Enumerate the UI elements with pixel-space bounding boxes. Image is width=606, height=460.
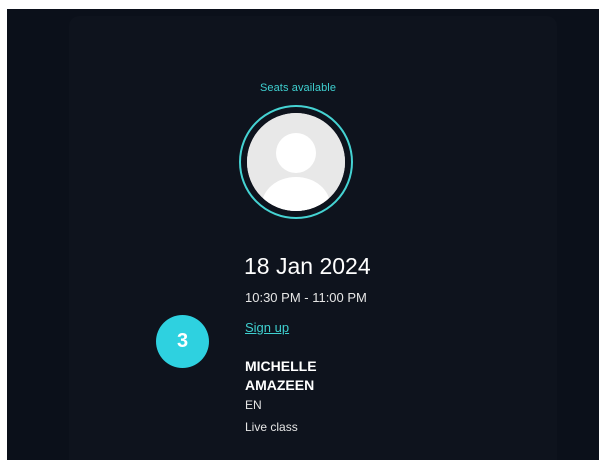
class-date: 18 Jan 2024 xyxy=(244,253,371,279)
instructor-name: MICHELLE AMAZEEN xyxy=(245,358,317,393)
user-placeholder-icon xyxy=(247,113,345,211)
sign-up-link[interactable]: Sign up xyxy=(245,320,289,335)
step-badge: 3 xyxy=(156,315,209,368)
instructor-avatar xyxy=(247,113,345,211)
app-screen: Seats available 18 Jan 2024 10:30 PM - 1… xyxy=(7,9,599,460)
class-type: Live class xyxy=(245,420,298,434)
class-time: 10:30 PM - 11:00 PM xyxy=(245,290,367,305)
seats-available-label: Seats available xyxy=(259,82,337,94)
class-language: EN xyxy=(245,398,262,412)
